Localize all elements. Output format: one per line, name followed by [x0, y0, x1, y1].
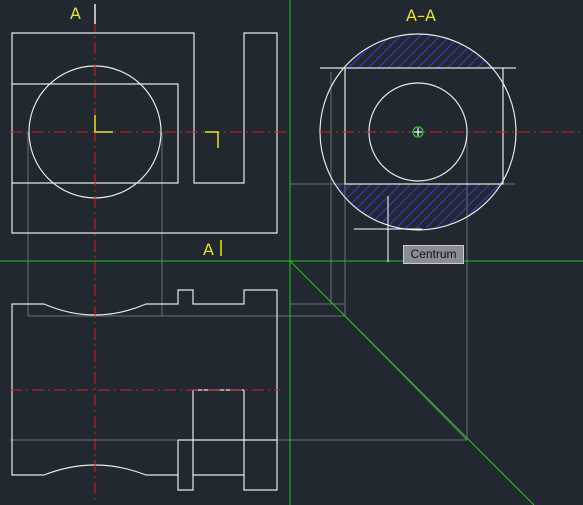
ucs-marker: [94, 115, 219, 148]
section-view-title: A–A: [406, 6, 436, 25]
center-lines: [10, 20, 583, 500]
crosshair-lines: [0, 0, 583, 505]
drawing-canvas[interactable]: A A A–A: [0, 0, 583, 505]
section-label-bottom: A: [203, 240, 214, 259]
front-view: [11, 32, 278, 234]
section-inner-square: [344, 67, 504, 185]
section-label-top: A: [70, 4, 81, 23]
section-cut-marker-top: A: [70, 4, 96, 24]
front-view-outline: [11, 32, 278, 234]
section-cut-marker-bottom: A: [203, 240, 222, 259]
center-snap-icon: [412, 126, 424, 138]
section-hatch-bottom: [320, 184, 516, 230]
snap-tooltip: Centrum: [403, 245, 464, 264]
section-hatch-top: [320, 34, 516, 68]
